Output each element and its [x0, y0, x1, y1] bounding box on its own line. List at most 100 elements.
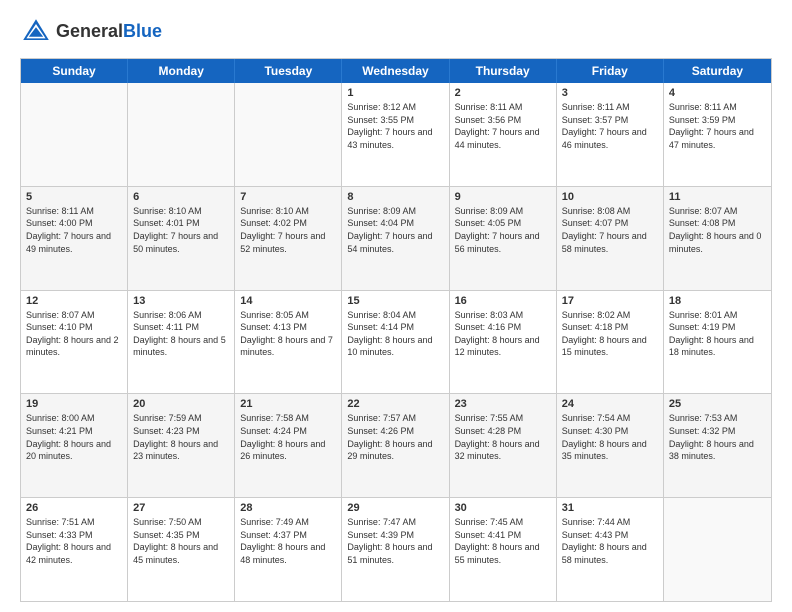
day-cell-28: 28 Sunrise: 7:49 AM Sunset: 4:37 PM Dayli…	[235, 498, 342, 601]
day-info-12: Sunrise: 8:07 AM Sunset: 4:10 PM Dayligh…	[26, 309, 122, 359]
logo-icon	[20, 16, 52, 48]
day-cell-26: 26 Sunrise: 7:51 AM Sunset: 4:33 PM Dayli…	[21, 498, 128, 601]
day-info-3: Sunrise: 8:11 AM Sunset: 3:57 PM Dayligh…	[562, 101, 658, 151]
day-number-11: 11	[669, 191, 766, 203]
day-info-31: Sunrise: 7:44 AM Sunset: 4:43 PM Dayligh…	[562, 516, 658, 566]
day-info-29: Sunrise: 7:47 AM Sunset: 4:39 PM Dayligh…	[347, 516, 443, 566]
day-number-5: 5	[26, 191, 122, 203]
day-cell-21: 21 Sunrise: 7:58 AM Sunset: 4:24 PM Dayli…	[235, 394, 342, 497]
day-number-4: 4	[669, 87, 766, 99]
day-number-3: 3	[562, 87, 658, 99]
day-cell-19: 19 Sunrise: 8:00 AM Sunset: 4:21 PM Dayli…	[21, 394, 128, 497]
day-cell-2: 2 Sunrise: 8:11 AM Sunset: 3:56 PM Daylig…	[450, 83, 557, 186]
day-cell-25: 25Sunrise: 7:53 AM Sunset: 4:32 PM Dayli…	[664, 394, 771, 497]
day-info-30: Sunrise: 7:45 AM Sunset: 4:41 PM Dayligh…	[455, 516, 551, 566]
calendar-row-4: 26 Sunrise: 7:51 AM Sunset: 4:33 PM Dayli…	[21, 497, 771, 601]
day-number-21: 21	[240, 398, 336, 410]
day-info-15: Sunrise: 8:04 AM Sunset: 4:14 PM Dayligh…	[347, 309, 443, 359]
day-number-12: 12	[26, 295, 122, 307]
day-info-24: Sunrise: 7:54 AM Sunset: 4:30 PM Dayligh…	[562, 412, 658, 462]
day-number-29: 29	[347, 502, 443, 514]
day-info-13: Sunrise: 8:06 AM Sunset: 4:11 PM Dayligh…	[133, 309, 229, 359]
day-number-18: 18	[669, 295, 766, 307]
day-cell-10: 10Sunrise: 8:08 AM Sunset: 4:07 PM Dayli…	[557, 187, 664, 290]
day-info-28: Sunrise: 7:49 AM Sunset: 4:37 PM Dayligh…	[240, 516, 336, 566]
day-cell-1: 1 Sunrise: 8:12 AM Sunset: 3:55 PM Daylig…	[342, 83, 449, 186]
day-number-2: 2	[455, 87, 551, 99]
day-cell-14: 14Sunrise: 8:05 AM Sunset: 4:13 PM Dayli…	[235, 291, 342, 394]
weekday-header-wednesday: Wednesday	[342, 59, 449, 83]
day-info-1: Sunrise: 8:12 AM Sunset: 3:55 PM Dayligh…	[347, 101, 443, 151]
day-cell-31: 31 Sunrise: 7:44 AM Sunset: 4:43 PM Dayli…	[557, 498, 664, 601]
day-info-16: Sunrise: 8:03 AM Sunset: 4:16 PM Dayligh…	[455, 309, 551, 359]
day-cell-11: 11 Sunrise: 8:07 AM Sunset: 4:08 PM Dayli…	[664, 187, 771, 290]
weekday-header-monday: Monday	[128, 59, 235, 83]
day-info-7: Sunrise: 8:10 AM Sunset: 4:02 PM Dayligh…	[240, 205, 336, 255]
day-info-21: Sunrise: 7:58 AM Sunset: 4:24 PM Dayligh…	[240, 412, 336, 462]
day-cell-15: 15 Sunrise: 8:04 AM Sunset: 4:14 PM Dayli…	[342, 291, 449, 394]
day-cell-13: 13 Sunrise: 8:06 AM Sunset: 4:11 PM Dayli…	[128, 291, 235, 394]
calendar-row-0: 1 Sunrise: 8:12 AM Sunset: 3:55 PM Daylig…	[21, 83, 771, 186]
logo-general: General	[56, 21, 123, 41]
day-cell-20: 20Sunrise: 7:59 AM Sunset: 4:23 PM Dayli…	[128, 394, 235, 497]
day-cell-23: 23 Sunrise: 7:55 AM Sunset: 4:28 PM Dayli…	[450, 394, 557, 497]
calendar-row-1: 5 Sunrise: 8:11 AM Sunset: 4:00 PM Daylig…	[21, 186, 771, 290]
day-cell-29: 29 Sunrise: 7:47 AM Sunset: 4:39 PM Dayli…	[342, 498, 449, 601]
day-number-28: 28	[240, 502, 336, 514]
day-cell-30: 30 Sunrise: 7:45 AM Sunset: 4:41 PM Dayli…	[450, 498, 557, 601]
day-cell-17: 17 Sunrise: 8:02 AM Sunset: 4:18 PM Dayli…	[557, 291, 664, 394]
day-cell-8: 8Sunrise: 8:09 AM Sunset: 4:04 PM Daylig…	[342, 187, 449, 290]
day-cell-24: 24 Sunrise: 7:54 AM Sunset: 4:30 PM Dayli…	[557, 394, 664, 497]
day-number-19: 19	[26, 398, 122, 410]
day-number-23: 23	[455, 398, 551, 410]
day-number-9: 9	[455, 191, 551, 203]
header: GeneralBlue	[20, 16, 772, 48]
day-number-22: 22	[347, 398, 443, 410]
day-number-27: 27	[133, 502, 229, 514]
day-info-17: Sunrise: 8:02 AM Sunset: 4:18 PM Dayligh…	[562, 309, 658, 359]
day-cell-3: 3 Sunrise: 8:11 AM Sunset: 3:57 PM Daylig…	[557, 83, 664, 186]
day-info-23: Sunrise: 7:55 AM Sunset: 4:28 PM Dayligh…	[455, 412, 551, 462]
day-info-4: Sunrise: 8:11 AM Sunset: 3:59 PM Dayligh…	[669, 101, 766, 151]
day-number-15: 15	[347, 295, 443, 307]
day-number-17: 17	[562, 295, 658, 307]
day-cell-12: 12 Sunrise: 8:07 AM Sunset: 4:10 PM Dayli…	[21, 291, 128, 394]
empty-cell-4-6	[664, 498, 771, 601]
weekday-header-saturday: Saturday	[664, 59, 771, 83]
weekday-header-row: SundayMondayTuesdayWednesdayThursdayFrid…	[21, 59, 771, 83]
empty-cell-0-0	[21, 83, 128, 186]
day-cell-22: 22Sunrise: 7:57 AM Sunset: 4:26 PM Dayli…	[342, 394, 449, 497]
day-number-20: 20	[133, 398, 229, 410]
calendar-row-3: 19 Sunrise: 8:00 AM Sunset: 4:21 PM Dayli…	[21, 393, 771, 497]
empty-cell-0-1	[128, 83, 235, 186]
day-number-1: 1	[347, 87, 443, 99]
day-number-16: 16	[455, 295, 551, 307]
day-cell-5: 5 Sunrise: 8:11 AM Sunset: 4:00 PM Daylig…	[21, 187, 128, 290]
logo-text: GeneralBlue	[56, 22, 162, 42]
day-cell-7: 7 Sunrise: 8:10 AM Sunset: 4:02 PM Daylig…	[235, 187, 342, 290]
day-info-11: Sunrise: 8:07 AM Sunset: 4:08 PM Dayligh…	[669, 205, 766, 255]
day-cell-6: 6 Sunrise: 8:10 AM Sunset: 4:01 PM Daylig…	[128, 187, 235, 290]
logo-blue: Blue	[123, 21, 162, 41]
day-info-5: Sunrise: 8:11 AM Sunset: 4:00 PM Dayligh…	[26, 205, 122, 255]
day-info-8: Sunrise: 8:09 AM Sunset: 4:04 PM Dayligh…	[347, 205, 443, 255]
day-cell-9: 9Sunrise: 8:09 AM Sunset: 4:05 PM Daylig…	[450, 187, 557, 290]
day-number-31: 31	[562, 502, 658, 514]
day-info-26: Sunrise: 7:51 AM Sunset: 4:33 PM Dayligh…	[26, 516, 122, 566]
day-number-30: 30	[455, 502, 551, 514]
day-number-7: 7	[240, 191, 336, 203]
weekday-header-sunday: Sunday	[21, 59, 128, 83]
weekday-header-tuesday: Tuesday	[235, 59, 342, 83]
logo: GeneralBlue	[20, 16, 162, 48]
day-info-6: Sunrise: 8:10 AM Sunset: 4:01 PM Dayligh…	[133, 205, 229, 255]
day-number-14: 14	[240, 295, 336, 307]
day-cell-16: 16 Sunrise: 8:03 AM Sunset: 4:16 PM Dayli…	[450, 291, 557, 394]
day-number-6: 6	[133, 191, 229, 203]
day-info-19: Sunrise: 8:00 AM Sunset: 4:21 PM Dayligh…	[26, 412, 122, 462]
calendar-body: 1 Sunrise: 8:12 AM Sunset: 3:55 PM Daylig…	[21, 83, 771, 601]
day-number-26: 26	[26, 502, 122, 514]
day-number-13: 13	[133, 295, 229, 307]
day-number-24: 24	[562, 398, 658, 410]
day-info-2: Sunrise: 8:11 AM Sunset: 3:56 PM Dayligh…	[455, 101, 551, 151]
empty-cell-0-2	[235, 83, 342, 186]
